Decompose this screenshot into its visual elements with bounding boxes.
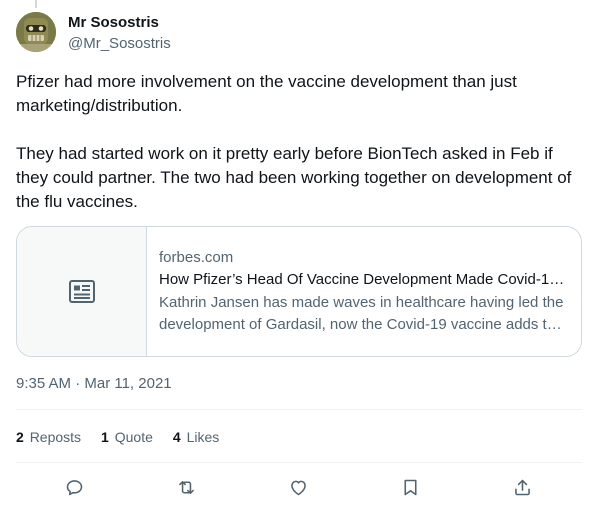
reposts-count: 2 <box>16 429 24 445</box>
user-handle[interactable]: @Mr_Sosostris <box>68 34 171 54</box>
divider <box>16 409 582 410</box>
tweet-timestamp[interactable]: 9:35 AM · Mar 11, 2021 <box>16 374 172 394</box>
card-title: How Pfizer’s Head Of Vaccine Development… <box>159 270 569 288</box>
quotes-stat[interactable]: 1 Quote <box>101 427 153 447</box>
card-description: Kathrin Jansen has made waves in healthc… <box>159 293 564 333</box>
robot-avatar-icon <box>16 12 56 52</box>
reply-button[interactable] <box>60 473 88 501</box>
likes-count: 4 <box>172 429 181 445</box>
tweet-text: Pfizer had more involvement on the vacci… <box>16 72 572 211</box>
like-icon <box>290 480 306 495</box>
engagement-stats: 2 Reposts 1 Quote 4 Likes <box>16 427 239 447</box>
card-thumbnail <box>17 227 147 356</box>
bookmark-button[interactable] <box>396 473 424 501</box>
quotes-label: Quote <box>114 429 153 445</box>
display-name[interactable]: Mr Sosostris <box>68 13 171 33</box>
article-icon <box>68 280 95 303</box>
share-icon <box>514 479 530 495</box>
card-domain: forbes.com <box>159 248 234 266</box>
thread-line <box>35 0 37 8</box>
card-body: forbes.com How Pfizer’s Head Of Vaccine … <box>147 227 581 356</box>
quotes-count: 1 <box>101 429 109 445</box>
reposts-stat[interactable]: 2 Reposts <box>16 427 81 447</box>
avatar[interactable] <box>16 12 56 52</box>
divider <box>16 462 582 463</box>
like-button[interactable] <box>284 473 312 501</box>
likes-label: Likes <box>186 429 220 445</box>
likes-stat[interactable]: 4 Likes <box>173 427 219 447</box>
share-button[interactable] <box>508 473 536 501</box>
retweet-button[interactable] <box>172 473 200 501</box>
user-info: Mr Sosostris @Mr_Sosostris <box>68 13 171 54</box>
reply-icon <box>66 479 82 495</box>
retweet-icon <box>178 480 194 494</box>
reposts-label: Reposts <box>29 429 82 445</box>
link-card[interactable]: forbes.com How Pfizer’s Head Of Vaccine … <box>16 226 582 357</box>
bookmark-icon <box>403 479 417 495</box>
action-bar <box>16 473 582 501</box>
